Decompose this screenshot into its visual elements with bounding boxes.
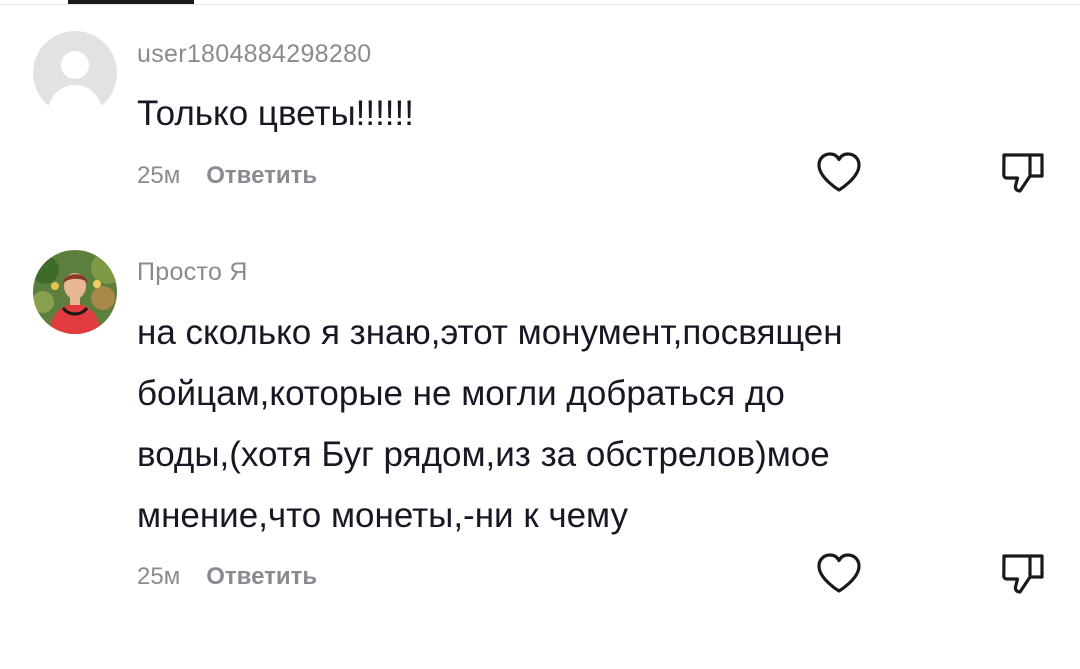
comment-text-line: воды,(хотя Буг рядом,из за обстрелов)мое bbox=[137, 435, 830, 474]
comment-time: 25м bbox=[137, 563, 181, 590]
avatar[interactable] bbox=[33, 250, 117, 334]
dislike-button[interactable] bbox=[1000, 151, 1046, 195]
heart-outline-icon bbox=[817, 152, 861, 192]
comment-username[interactable]: Просто Я bbox=[137, 258, 248, 287]
comment-username[interactable]: user1804884298280 bbox=[137, 40, 371, 69]
thumbs-down-outline-icon bbox=[1002, 153, 1044, 193]
user-photo-avatar bbox=[33, 250, 117, 334]
comment-item: Просто Я на сколько я знаю,этот монумент… bbox=[0, 230, 1080, 669]
like-button[interactable] bbox=[815, 151, 863, 195]
comment-text: на сколько я знаю,этот монумент,посвящен… bbox=[137, 302, 1037, 546]
dislike-button[interactable] bbox=[1000, 552, 1046, 596]
reply-button[interactable]: Ответить bbox=[206, 563, 317, 591]
like-button[interactable] bbox=[815, 552, 863, 596]
reply-button[interactable]: Ответить bbox=[206, 162, 317, 190]
comment-text: Только цветы!!!!!! bbox=[137, 94, 414, 133]
thumbs-down-outline-icon bbox=[1002, 554, 1044, 594]
comment-text-line: мнение,что монеты,-ни к чему bbox=[137, 496, 629, 535]
comment-text-line: на сколько я знаю,этот монумент,посвящен bbox=[137, 313, 843, 352]
comment-meta: 25м Ответить bbox=[137, 156, 317, 196]
comment-time: 25м bbox=[137, 162, 181, 189]
comment-meta: 25м Ответить bbox=[137, 557, 317, 597]
default-avatar-icon bbox=[33, 31, 117, 115]
heart-outline-icon bbox=[817, 553, 861, 593]
comment-item: user1804884298280 Только цветы!!!!!! 25м… bbox=[0, 0, 1080, 230]
avatar[interactable] bbox=[33, 31, 117, 115]
comment-text-line: бойцам,которые не могли добраться до bbox=[137, 374, 785, 413]
